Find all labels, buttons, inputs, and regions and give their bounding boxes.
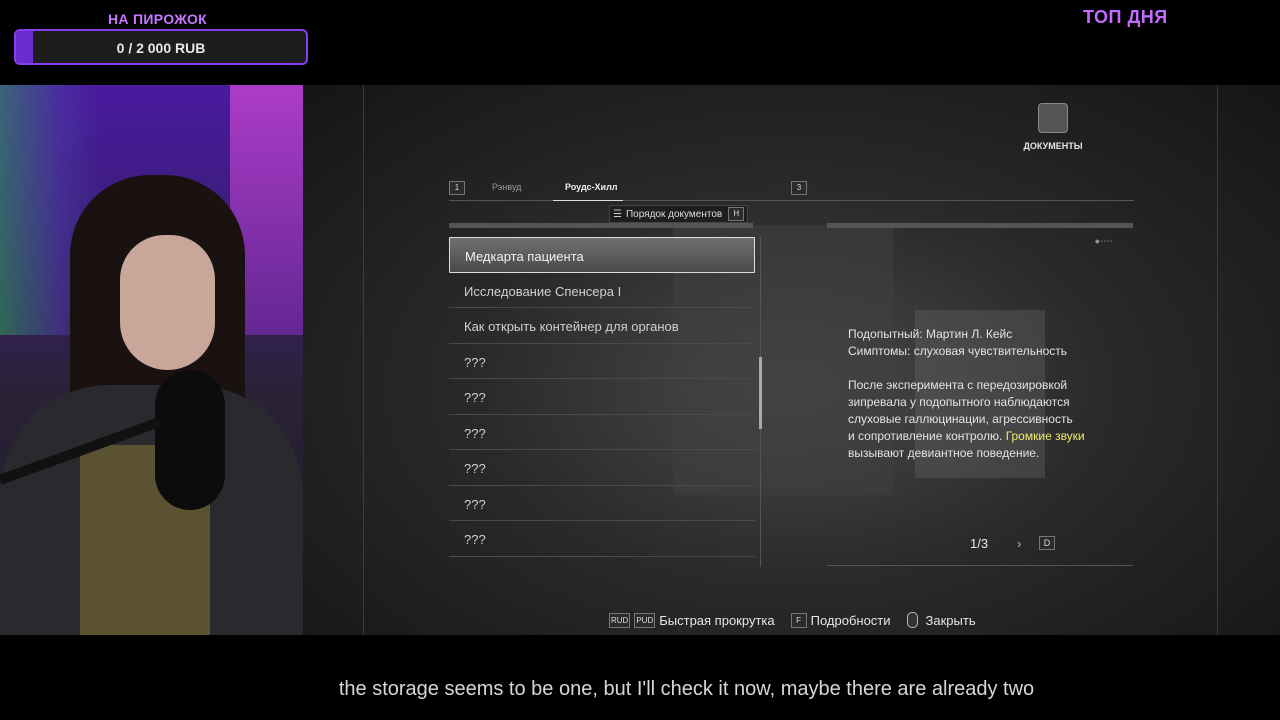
webcam-feed [0,85,303,635]
document-title: Исследование Спенсера I [464,283,622,299]
document-title: ??? [464,354,486,370]
sort-label: Порядок документов [625,208,723,220]
documents-label: ДОКУМЕНТЫ [1023,141,1083,151]
fast-scroll-label: Быстрая прокрутка [659,612,775,628]
scroll-key-1: RUD [609,612,631,628]
list-header-bar [449,223,753,228]
next-page-arrow-icon[interactable]: › [1017,536,1021,551]
donation-amount: 0 / 2 000 RUB [116,40,206,56]
details-key: F [790,612,807,628]
tab-rhodes-hill[interactable]: Роудс-Хилл [565,182,618,192]
sort-icon: ☰ [613,208,622,220]
document-content: Подопытный: Мартин Л. Кейс Симптомы: слу… [848,326,1138,479]
prev-tab-key[interactable]: 1 [449,181,465,195]
document-row[interactable]: ??? [449,521,755,557]
document-row[interactable]: ??? [449,486,755,521]
doc-body-line: После эксперимента с передозировкой [848,378,1068,392]
doc-body-line: слуховые галлюцинации, агрессивность [848,412,1073,426]
document-title: ??? [464,496,486,512]
document-row[interactable]: ??? [449,415,755,450]
tabs-divider [449,200,1134,201]
tab-ravenwood[interactable]: Рэнвуд [492,182,521,192]
doc-symptoms: Симптомы: слуховая чувствительность [848,344,1067,358]
document-row[interactable]: ??? [449,450,755,486]
mouse-icon [906,612,918,628]
donation-progress-bar: 0 / 2 000 RUB [14,29,308,65]
document-title: ??? [464,532,486,547]
controls-hint-bar: RUD PUD Быстрая прокрутка F Подробности … [609,612,992,628]
document-row[interactable]: ??? [449,344,755,379]
document-row[interactable]: ??? [449,379,755,415]
scroll-key-2: PUD [634,612,656,628]
document-title: ??? [464,425,486,441]
scrollbar-thumb[interactable] [759,357,762,429]
doc-subject: Подопытный: Мартин Л. Кейс [848,327,1013,341]
next-page-key[interactable]: D [1039,536,1055,550]
doc-body-line: и сопротивление контролю. [848,429,1003,443]
document-list: Медкарта пациента Исследование Спенсера I… [449,237,755,557]
top-day-label: ТОП ДНЯ [1083,7,1168,27]
close-label[interactable]: Закрыть [926,613,976,628]
next-tab-key[interactable]: 3 [791,181,807,195]
document-header-bar [827,223,1133,228]
document-row-selected[interactable]: Медкарта пациента [449,237,755,273]
donation-goal-title: НА ПИРОЖОК [108,11,207,27]
microphone [155,370,225,510]
document-title: Как открыть контейнер для органов [464,319,679,334]
active-tab-indicator [553,200,623,201]
details-label[interactable]: Подробности [811,613,891,628]
document-title: ??? [464,461,486,476]
document-row[interactable]: Как открыть контейнер для органов [449,308,755,344]
doc-body-line: вызывают девиантное поведение. [848,446,1040,460]
document-title: ??? [464,390,486,405]
doc-body-line: зипревала у подопытного наблюдаются [848,395,1070,409]
document-row[interactable]: Исследование Спенсера I [449,273,755,308]
caption-subtitle: the storage seems to be one, but I'll ch… [338,678,1035,700]
game-screen: ДОКУМЕНТЫ 1 Рэнвуд Роудс-Хилл 3 ☰ Порядо… [303,85,1280,635]
documents-icon [1038,103,1068,133]
page-indicator: 1/3 [970,536,989,551]
sort-documents-button[interactable]: ☰ Порядок документов H [609,205,749,223]
sort-key: H [728,207,745,221]
documents-menu[interactable]: ДОКУМЕНТЫ [1013,103,1093,151]
document-toolbar-icons: ◆▫▫▫▫ [1095,239,1114,245]
document-footer-divider [827,565,1133,566]
document-title: Медкарта пациента [465,249,584,264]
doc-highlight: Громкие звуки [1005,429,1085,443]
